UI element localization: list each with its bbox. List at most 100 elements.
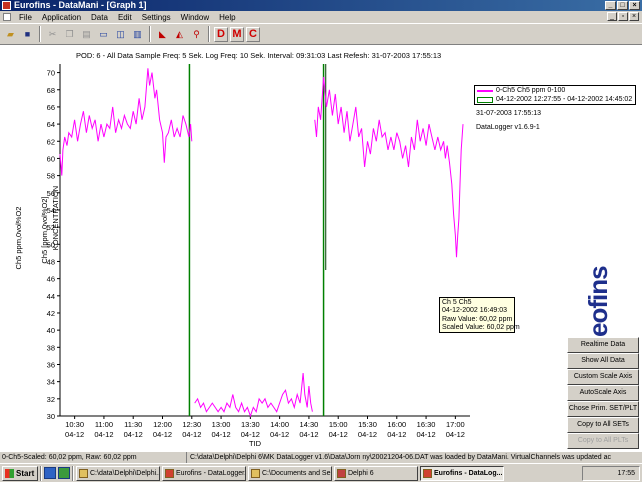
x-tick-label: 10:30	[65, 420, 84, 429]
trend-icon[interactable]: ◭	[172, 27, 187, 42]
x-tick-date-label: 04-12	[416, 430, 435, 439]
x-tick-date-label: 04-12	[329, 430, 348, 439]
taskbar-item[interactable]: Eurofins - DataLogger...	[162, 465, 246, 481]
copy-to-all-sets-button[interactable]: Copy to All SETs	[567, 417, 639, 433]
c-button[interactable]: C	[246, 26, 260, 42]
data-tooltip: Ch 5 Ch5 04-12-2002 16:49:03 Raw Value: …	[439, 297, 520, 333]
maximize-button[interactable]: □	[617, 1, 628, 10]
y-tick-label: 34	[47, 378, 55, 387]
menu-application[interactable]: Application	[37, 13, 86, 22]
y-tick-label: 36	[47, 360, 55, 369]
x-tick-label: 13:00	[212, 420, 231, 429]
title-bar: Eurofins - DataMani - [Graph 1] _ □ ×	[0, 0, 642, 11]
menu-data[interactable]: Data	[86, 13, 113, 22]
system-tray: 17:55	[582, 466, 640, 481]
show-all-data-button[interactable]: Show All Data	[567, 353, 639, 369]
x-tick-date-label: 04-12	[387, 430, 406, 439]
d-button[interactable]: D	[214, 26, 228, 42]
save-icon[interactable]: ■	[20, 27, 35, 42]
document-icon	[3, 13, 11, 21]
series-line	[314, 76, 464, 258]
folder-icon	[79, 468, 88, 478]
windows-logo-icon	[5, 468, 14, 478]
cut-icon[interactable]: ✂	[45, 27, 60, 42]
start-button[interactable]: Start	[2, 465, 38, 481]
mdi-restore-button[interactable]: ▫	[618, 12, 628, 21]
autoscale-axis-button[interactable]: AutoScale Axis	[567, 385, 639, 401]
mdi-close-button[interactable]: ×	[629, 12, 639, 21]
legend-swatch-series	[477, 89, 493, 92]
y-tick-label: 42	[47, 309, 55, 318]
chose-prim-set-button[interactable]: Chose Prim. SET/PLT	[567, 401, 639, 417]
x-tick-label: 16:30	[417, 420, 436, 429]
app-icon	[423, 468, 432, 478]
x-tick-date-label: 04-12	[358, 430, 377, 439]
minimize-button[interactable]: _	[605, 1, 616, 10]
toolbar: ▰ ■ ✂ ❐ ▤ ▭ ◫ ▥ ◣ ◭ ⚲ D M C	[0, 23, 642, 45]
x-tick-label: 14:30	[300, 420, 319, 429]
eurofins-logo: eofins	[583, 262, 613, 337]
realtime-data-button[interactable]: Realtime Data	[567, 337, 639, 353]
copy-icon[interactable]: ❐	[62, 27, 77, 42]
x-tick-label: 15:30	[358, 420, 377, 429]
quicklaunch-icon[interactable]	[58, 467, 70, 479]
menu-help[interactable]: Help	[214, 13, 240, 22]
x-tick-date-label: 04-12	[270, 430, 289, 439]
stats-icon[interactable]: ⚲	[189, 27, 204, 42]
legend-swatch-marker	[477, 96, 493, 103]
m-button[interactable]: M	[230, 26, 244, 42]
legend-item-marker[interactable]: 04-12-2002 12:27:55 - 04-12-2002 14:45:0…	[475, 95, 635, 104]
x-tick-date-label: 04-12	[94, 430, 113, 439]
x-tick-label: 12:30	[182, 420, 201, 429]
custom-scale-axis-button[interactable]: Custom Scale Axis	[567, 369, 639, 385]
y-tick-label: 38	[47, 343, 55, 352]
delphi-icon	[337, 468, 346, 478]
tile-vertical-icon[interactable]: ◫	[113, 27, 128, 42]
toolbar-separator	[149, 26, 151, 42]
start-label: Start	[16, 468, 35, 478]
y-axis-label: Ch5 ppm,0vol%O2	[14, 207, 23, 270]
y-tick-label: 68	[47, 86, 55, 95]
y-tick-label: 32	[47, 395, 55, 404]
x-tick-label: 15:00	[329, 420, 348, 429]
y-tick-label: 46	[47, 275, 55, 284]
y-tick-label: 30	[47, 412, 55, 421]
cascade-icon[interactable]: ▥	[130, 27, 145, 42]
menu-file[interactable]: File	[14, 13, 37, 22]
taskbar-item-active[interactable]: Eurofins - DataLog...	[420, 465, 504, 481]
legend: 0-Ch5 Ch5 ppm 0-100 04-12-2002 12:27:55 …	[474, 85, 636, 105]
taskbar-item[interactable]: C:\data\Delphi\Delphi...	[76, 465, 160, 481]
open-folder-icon[interactable]: ▰	[3, 27, 18, 42]
quicklaunch-icon[interactable]	[44, 467, 56, 479]
y-axis-label-tertiary: KONCENTRATION	[51, 186, 60, 250]
x-tick-label: 12:00	[153, 420, 172, 429]
tile-horizontal-icon[interactable]: ▭	[96, 27, 111, 42]
mdi-minimize-button[interactable]: _	[607, 12, 617, 21]
close-button[interactable]: ×	[629, 1, 640, 10]
menu-settings[interactable]: Settings	[137, 13, 176, 22]
legend-item-series[interactable]: 0-Ch5 Ch5 ppm 0-100	[475, 86, 635, 95]
taskbar-separator	[72, 465, 74, 481]
x-tick-date-label: 04-12	[182, 430, 201, 439]
menu-edit[interactable]: Edit	[113, 13, 137, 22]
taskbar: Start C:\data\Delphi\Delphi... Eurofins …	[0, 463, 642, 482]
paste-icon[interactable]: ▤	[79, 27, 94, 42]
x-tick-date-label: 04-12	[299, 430, 318, 439]
x-tick-date-label: 04-12	[153, 430, 172, 439]
taskbar-item[interactable]: Delphi 6	[334, 465, 418, 481]
action-panel: Realtime Data Show All Data Custom Scale…	[567, 337, 639, 449]
y-tick-label: 60	[47, 154, 55, 163]
copy-to-all-plts-button[interactable]: Copy to All PLTs	[567, 433, 639, 449]
x-tick-label: 17:00	[446, 420, 465, 429]
taskbar-item[interactable]: C:\Documents and Se...	[248, 465, 332, 481]
menu-window[interactable]: Window	[176, 13, 214, 22]
chart-icon[interactable]: ◣	[155, 27, 170, 42]
chart: 3032343638404244464850525456586062646668…	[14, 64, 470, 448]
x-tick-label: 14:00	[270, 420, 289, 429]
plot-info: POD: 6 - All Data Sample Freq: 5 Sek. Lo…	[76, 51, 442, 60]
clock: 17:55	[617, 470, 635, 477]
x-tick-date-label: 04-12	[65, 430, 84, 439]
menu-bar: File Application Data Edit Settings Wind…	[0, 11, 642, 23]
app-icon	[2, 1, 11, 10]
series-line	[59, 68, 193, 176]
